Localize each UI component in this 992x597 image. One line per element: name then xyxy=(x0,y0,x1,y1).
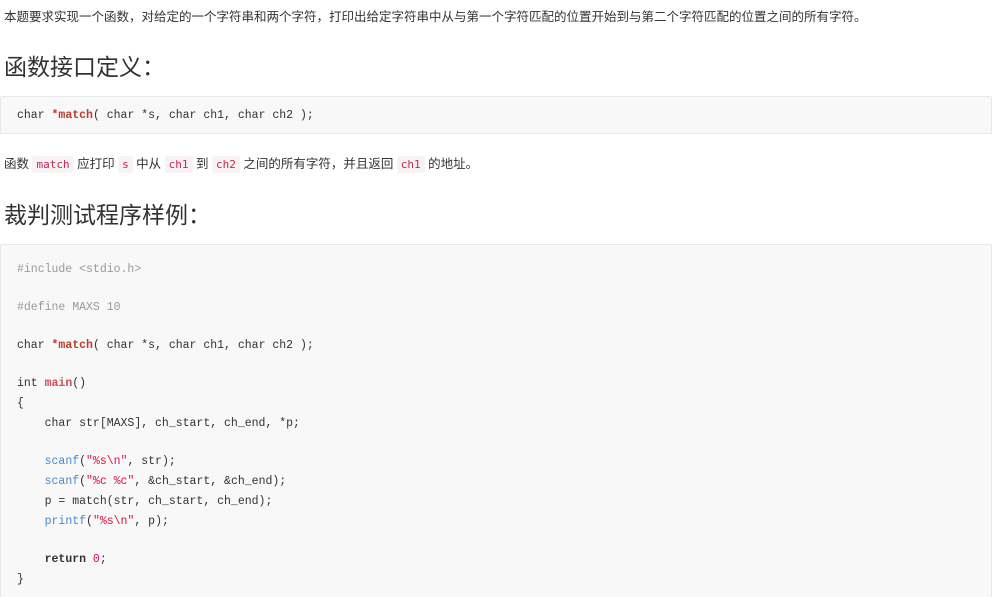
code-return-indent xyxy=(17,553,45,566)
code-printf-call: printf xyxy=(44,514,87,528)
code-scanf2-format-string: "%c %c" xyxy=(86,474,135,488)
desc-seg-2: 应打印 xyxy=(73,156,119,171)
code-line-define: #define MAXS 10 xyxy=(17,300,121,314)
signature-suffix: ( char *s, char ch1, char ch2 ); xyxy=(92,108,314,122)
code-brace-close: } xyxy=(17,572,24,586)
code-main-keyword: int xyxy=(17,376,45,390)
sample-code: #include <stdio.h> #define MAXS 10 char … xyxy=(17,263,975,597)
signature-code: char *match( char *s, char ch1, char ch2… xyxy=(17,109,314,122)
code-line-include: #include <stdio.h> xyxy=(17,262,142,276)
code-scanf2-open: ( xyxy=(79,474,87,488)
code-scanf1-format-string: "%s\n" xyxy=(86,454,128,468)
description-paragraph: 函数 match 应打印 s 中从 ch1 到 ch2 之间的所有字符，并且返回… xyxy=(0,154,992,175)
inline-code-ch1: ch1 xyxy=(164,155,193,173)
code-return-semicolon: ; xyxy=(99,552,107,566)
code-scanf1-open: ( xyxy=(79,454,87,468)
inline-code-ch1-return: ch1 xyxy=(396,155,425,173)
desc-seg-4: 到 xyxy=(192,156,212,171)
code-main-parens: () xyxy=(72,376,87,390)
code-printf-indent xyxy=(17,515,45,528)
code-proto-function-name: *match xyxy=(51,338,93,352)
code-return-keyword: return xyxy=(44,552,87,566)
intro-paragraph: 本题要求实现一个函数，对给定的一个字符串和两个字符，打印出给定字符串中从与第一个… xyxy=(4,10,867,24)
code-blank-3 xyxy=(17,355,975,373)
signature-prefix: char xyxy=(17,108,52,122)
code-printf-open: ( xyxy=(86,514,93,528)
code-blank-4 xyxy=(17,433,975,451)
code-block-signature: char *match( char *s, char ch1, char ch2… xyxy=(0,95,992,134)
code-declaration-line: char str[MAXS], ch_start, ch_end, *p; xyxy=(17,416,300,430)
inline-code-s: s xyxy=(118,155,133,173)
code-proto-suffix: ( char *s, char ch1, char ch2 ); xyxy=(92,338,314,352)
code-return-value: 0 xyxy=(86,552,100,566)
code-assign-line: p = match(str, ch_start, ch_end); xyxy=(17,494,273,508)
signature-function-name: *match xyxy=(51,108,93,122)
heading-judge-sample: 裁判测试程序样例： xyxy=(4,201,211,228)
code-brace-open: { xyxy=(17,396,24,410)
code-proto-prefix: char xyxy=(17,338,52,352)
code-scanf2-call: scanf xyxy=(44,474,80,488)
code-main-function-name: main xyxy=(44,376,73,390)
desc-seg-6: 的地址。 xyxy=(424,156,479,171)
code-scanf1-indent xyxy=(17,455,45,468)
desc-seg-5: 之间的所有字符，并且返回 xyxy=(239,156,397,171)
code-printf-rest: , p); xyxy=(134,514,169,528)
code-blank-6 xyxy=(17,589,975,597)
code-scanf1-rest: , str); xyxy=(127,454,176,468)
code-printf-format-string: "%s\n" xyxy=(92,514,135,528)
code-blank-1 xyxy=(17,279,975,297)
document-page: 本题要求实现一个函数，对给定的一个字符串和两个字符，打印出给定字符串中从与第一个… xyxy=(0,0,992,597)
code-scanf2-rest: , &ch_start, &ch_end); xyxy=(134,474,287,488)
code-scanf1-call: scanf xyxy=(44,454,80,468)
desc-seg-1: 函数 xyxy=(4,156,33,171)
desc-seg-3: 中从 xyxy=(132,156,165,171)
heading-function-interface: 函数接口定义： xyxy=(4,54,165,80)
inline-code-match: match xyxy=(32,155,74,173)
code-blank-5 xyxy=(17,531,975,549)
code-scanf2-indent xyxy=(17,475,45,488)
code-blank-2 xyxy=(17,317,975,335)
code-block-sample: #include <stdio.h> #define MAXS 10 char … xyxy=(0,243,992,597)
inline-code-ch2: ch2 xyxy=(211,155,240,173)
